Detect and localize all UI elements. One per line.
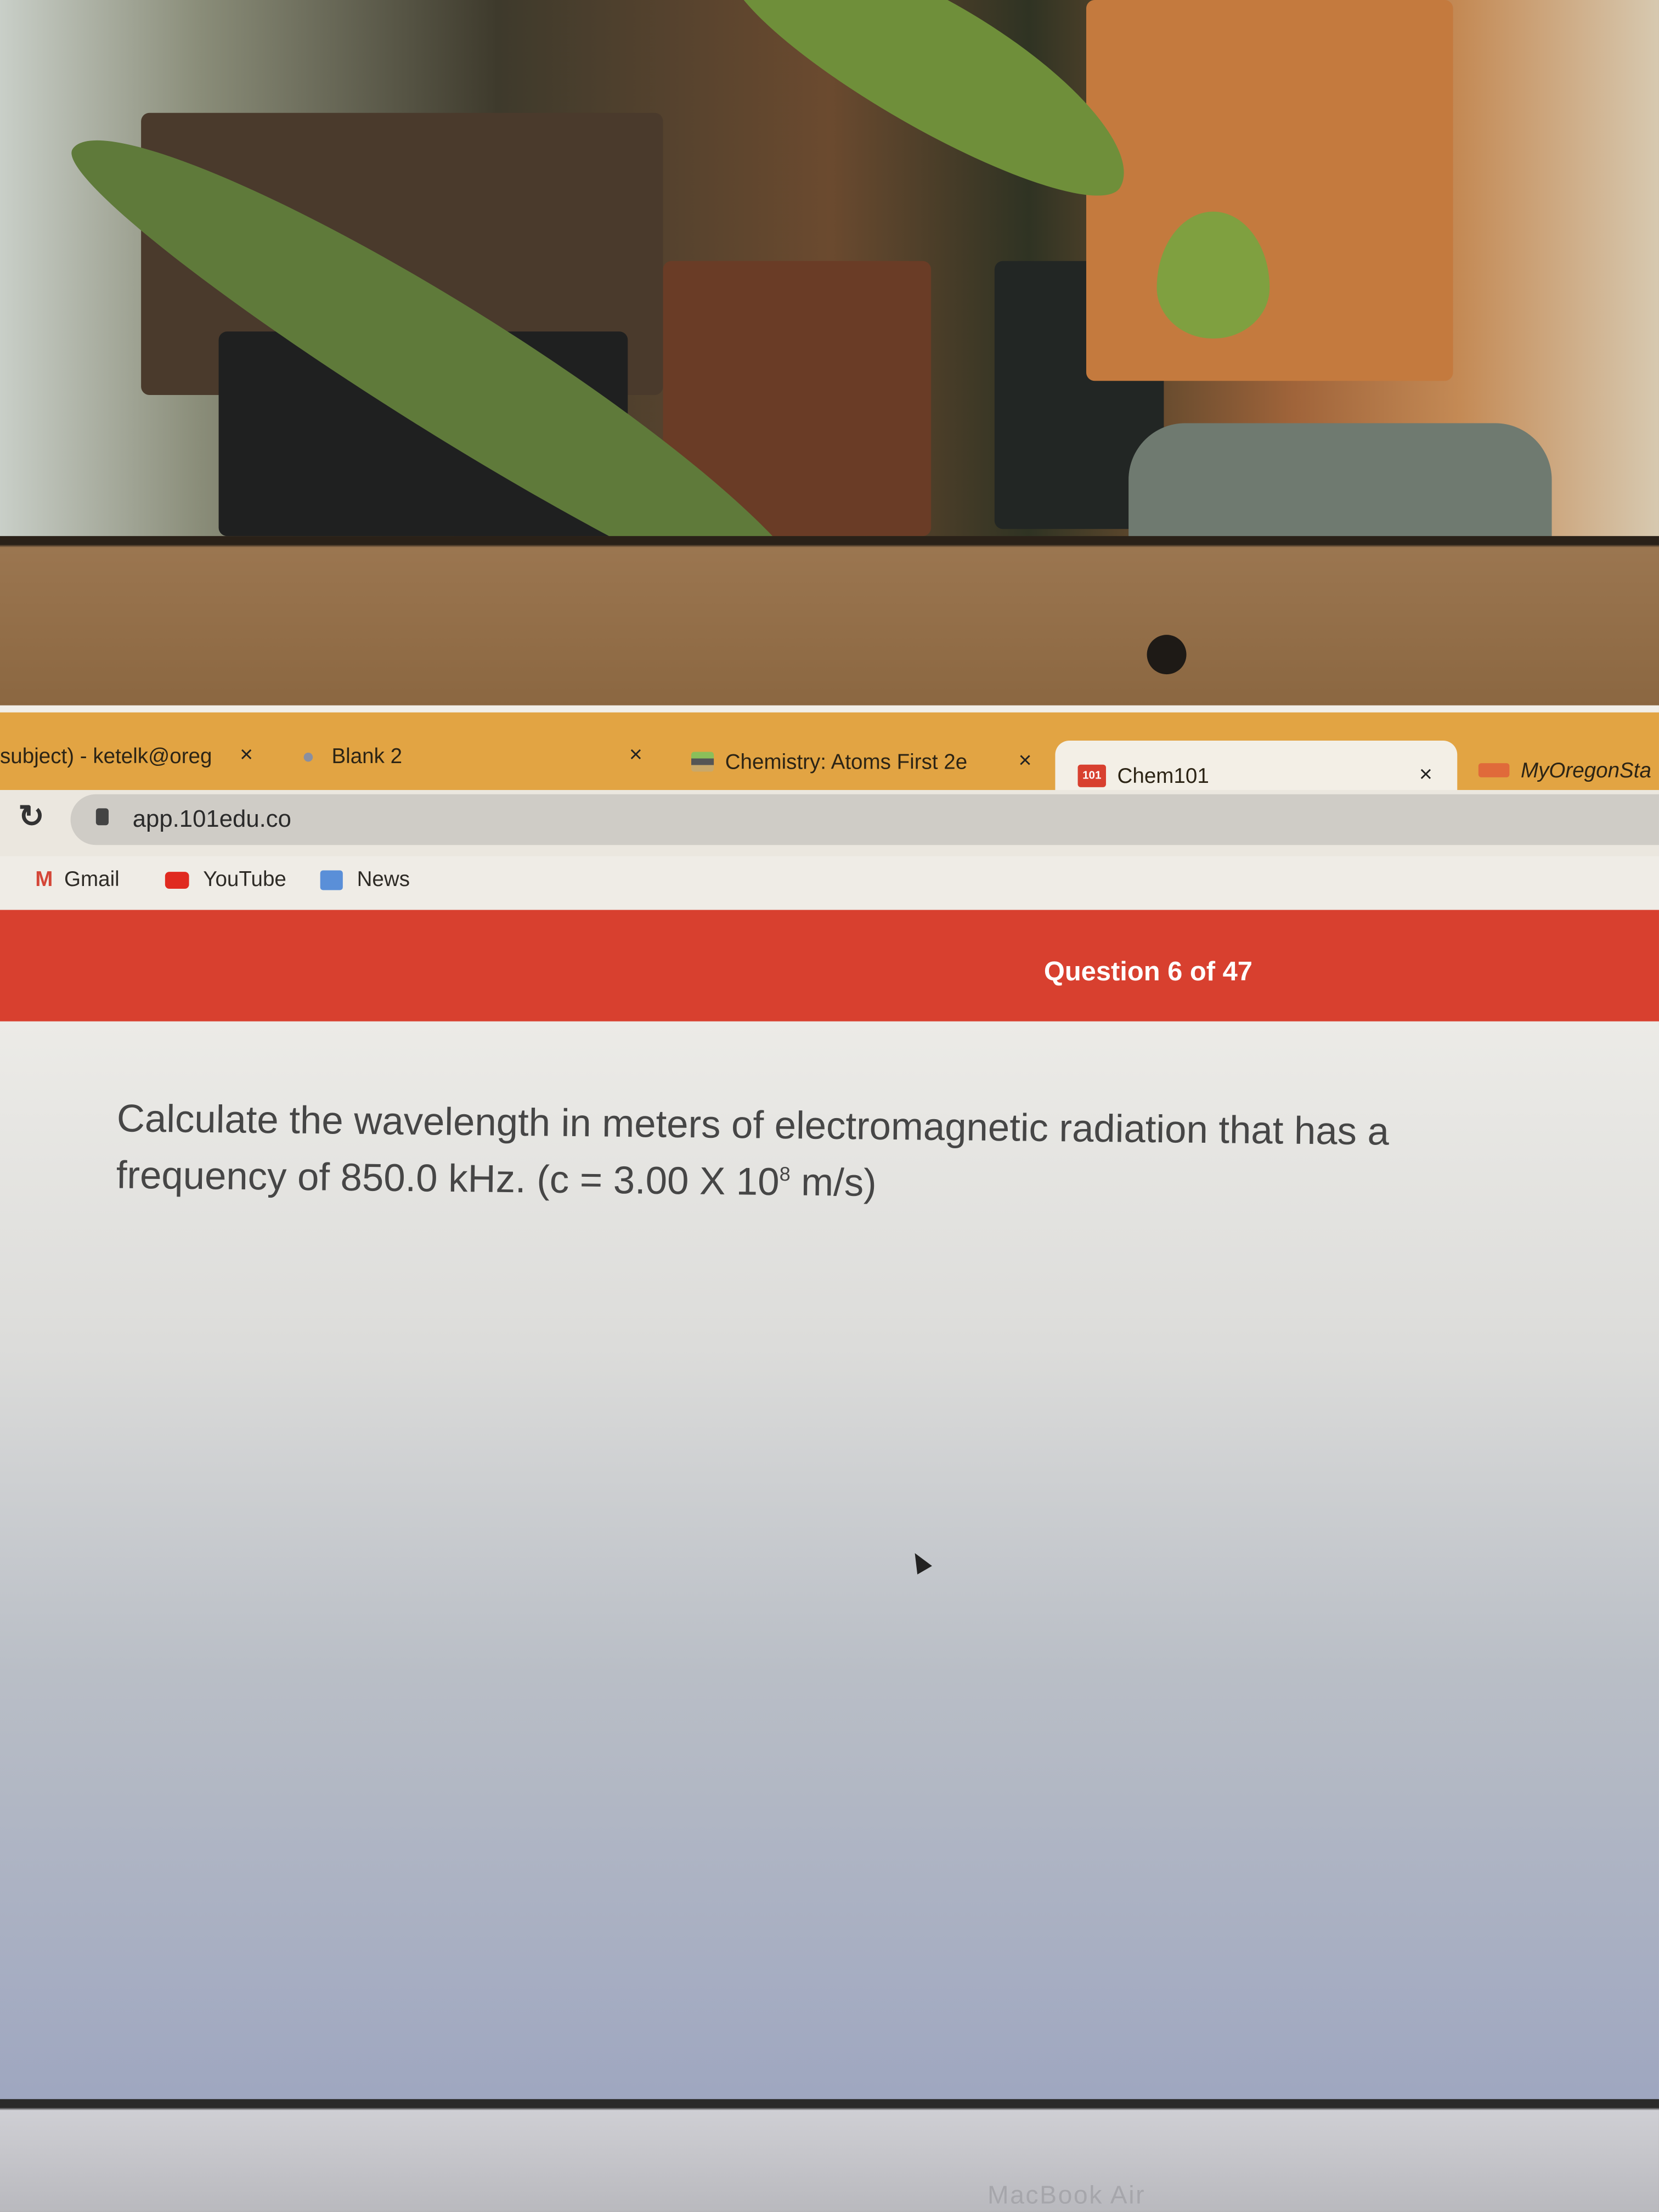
question-text-main: Calculate the wavelength in meters of el… — [116, 1096, 1390, 1204]
bookmark-gmail[interactable]: M Gmail — [35, 867, 119, 891]
address-bar-row: ↻ app.101edu.co — [0, 789, 1659, 864]
close-icon[interactable]: × — [629, 743, 642, 769]
question-progress: Question 6 of 47 — [1043, 957, 1252, 988]
question-header: Question 6 of 47 — [0, 910, 1659, 1026]
plant-pot — [1086, 0, 1453, 381]
tab-myoregonstate[interactable]: MyOregonSta — [1478, 749, 1651, 791]
device-brand: MacBook Air — [987, 2181, 1146, 2209]
close-icon[interactable]: × — [240, 743, 253, 769]
address-bar[interactable]: app.101edu.co — [70, 794, 1659, 845]
bookmark-youtube[interactable]: YouTube — [165, 867, 286, 891]
youtube-icon — [165, 871, 189, 888]
tab-label: Chemistry: Atoms First 2e — [725, 749, 968, 774]
bookmark-news[interactable]: News — [320, 867, 410, 891]
book-icon — [691, 752, 714, 772]
plant-pot — [1128, 423, 1552, 543]
gmail-icon: M — [35, 867, 53, 892]
tab-label: Chem101 — [1117, 764, 1209, 788]
tab-label: subject) - ketelk@oreg — [0, 744, 212, 769]
tab-label: Blank 2 — [331, 744, 403, 769]
laptop-bezel — [0, 536, 1659, 717]
reload-icon[interactable]: ↻ — [18, 798, 44, 835]
tab-label: MyOregonSta — [1520, 758, 1651, 782]
close-icon[interactable]: × — [1019, 749, 1032, 774]
tab-blank-2[interactable]: ● Blank 2 × — [302, 735, 654, 777]
bookmarks-bar: M Gmail YouTube News — [0, 856, 1659, 916]
webcam — [1147, 635, 1187, 675]
tab-email[interactable]: subject) - ketelk@oreg × — [0, 735, 253, 777]
tab-chemistry-atoms-first[interactable]: Chemistry: Atoms First 2e × — [691, 741, 1044, 783]
bookmark-label: Gmail — [64, 867, 120, 892]
tab-strip: subject) - ketelk@oreg × ● Blank 2 × Che… — [0, 712, 1659, 811]
bookmark-label: News — [357, 867, 410, 892]
apple-icon: ● — [302, 744, 315, 769]
bookmark-label: YouTube — [203, 867, 286, 892]
close-icon[interactable]: × — [1419, 763, 1432, 788]
osu-icon — [1478, 763, 1510, 777]
question-text-end: m/s) — [790, 1160, 877, 1205]
laptop-bottom-bezel: MacBook Air — [0, 2099, 1659, 2212]
exponent: 8 — [779, 1162, 791, 1185]
news-icon — [320, 870, 343, 890]
url-text: app.101edu.co — [132, 805, 291, 833]
lock-icon — [95, 808, 109, 826]
background-photo-plants — [0, 0, 1659, 656]
chem101-icon: 101 — [1077, 764, 1106, 787]
question-content: Calculate the wavelength in meters of el… — [0, 1021, 1659, 2108]
mouse-cursor-icon — [907, 1549, 932, 1575]
question-text: Calculate the wavelength in meters of el… — [116, 1094, 1429, 1213]
